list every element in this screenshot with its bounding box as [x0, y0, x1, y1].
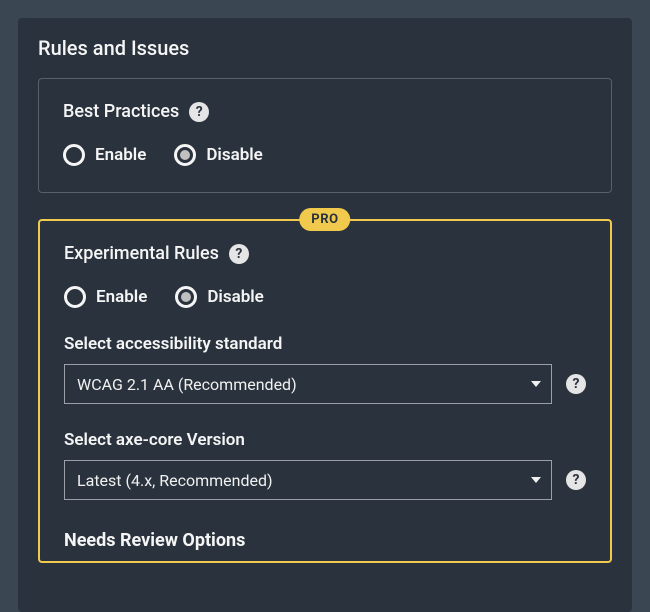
chevron-down-icon: [531, 477, 541, 483]
help-icon[interactable]: ?: [566, 470, 586, 490]
radio-icon: [175, 286, 197, 308]
best-practices-disable-radio[interactable]: Disable: [174, 144, 263, 166]
radio-icon: [64, 286, 86, 308]
rules-and-issues-panel: Rules and Issues Best Practices ? Enable…: [18, 18, 632, 612]
select-value: Latest (4.x, Recommended): [77, 471, 273, 490]
axe-core-version-block: Select axe-core Version Latest (4.x, Rec…: [64, 430, 586, 500]
accessibility-standard-label: Select accessibility standard: [64, 334, 586, 354]
accessibility-standard-block: Select accessibility standard WCAG 2.1 A…: [64, 334, 586, 404]
experimental-rules-enable-radio[interactable]: Enable: [64, 286, 147, 308]
radio-label: Disable: [207, 287, 264, 307]
radio-label: Enable: [96, 287, 147, 307]
accessibility-standard-row: WCAG 2.1 AA (Recommended) ?: [64, 364, 586, 404]
experimental-rules-radio-row: Enable Disable: [64, 286, 586, 308]
help-icon[interactable]: ?: [566, 374, 586, 394]
axe-core-version-select[interactable]: Latest (4.x, Recommended): [64, 460, 552, 500]
needs-review-heading: Needs Review Options: [64, 530, 586, 551]
experimental-rules-header: Experimental Rules ?: [64, 243, 586, 264]
help-icon[interactable]: ?: [189, 102, 209, 122]
best-practices-enable-radio[interactable]: Enable: [63, 144, 146, 166]
best-practices-radio-row: Enable Disable: [63, 144, 587, 166]
chevron-down-icon: [531, 381, 541, 387]
radio-icon: [63, 144, 85, 166]
radio-icon: [174, 144, 196, 166]
axe-core-version-row: Latest (4.x, Recommended) ?: [64, 460, 586, 500]
accessibility-standard-select[interactable]: WCAG 2.1 AA (Recommended): [64, 364, 552, 404]
experimental-rules-label: Experimental Rules: [64, 243, 219, 264]
experimental-rules-disable-radio[interactable]: Disable: [175, 286, 264, 308]
best-practices-group: Best Practices ? Enable Disable: [38, 78, 612, 193]
radio-selected-dot: [180, 150, 190, 160]
best-practices-label: Best Practices: [63, 101, 179, 122]
axe-core-version-label: Select axe-core Version: [64, 430, 586, 450]
radio-label: Enable: [95, 145, 146, 165]
help-icon[interactable]: ?: [229, 244, 249, 264]
select-value: WCAG 2.1 AA (Recommended): [77, 375, 297, 394]
best-practices-header: Best Practices ?: [63, 101, 587, 122]
panel-title: Rules and Issues: [38, 36, 612, 60]
pro-group: PRO Experimental Rules ? Enable Disable …: [38, 219, 612, 563]
pro-badge: PRO: [299, 208, 350, 231]
radio-selected-dot: [181, 292, 191, 302]
radio-label: Disable: [206, 145, 263, 165]
